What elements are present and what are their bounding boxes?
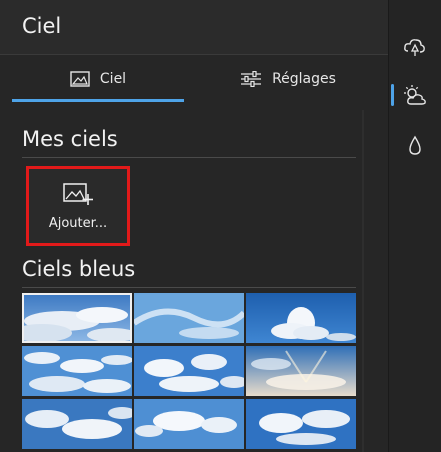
cloud-tree-icon [404, 39, 425, 56]
blue-skies-title: Ciels bleus [22, 257, 136, 281]
sky-thumbnail[interactable] [22, 399, 132, 449]
sky-thumbnail[interactable] [246, 346, 356, 396]
water-rail-button[interactable] [397, 128, 433, 164]
panel-title: Ciel [22, 14, 62, 38]
tab-bar: Ciel Réglages [0, 56, 388, 104]
sky-thumbnail[interactable] [22, 293, 132, 343]
sky-thumbnail[interactable] [134, 293, 244, 343]
landscape-rail-button[interactable] [397, 28, 433, 64]
image-icon [70, 71, 90, 87]
sky-thumbnail[interactable] [22, 346, 132, 396]
sliders-icon [241, 71, 262, 87]
tab-settings-label: Réglages [272, 71, 336, 87]
sky-panel: Ciel Ciel Réglages Mes ciels Ajouter... … [0, 0, 388, 452]
add-sky-label: Ajouter... [48, 215, 108, 231]
sun-cloud-icon [404, 85, 426, 105]
scrollbar[interactable] [362, 110, 364, 452]
my-skies-title: Mes ciels [22, 127, 118, 151]
add-image-icon [63, 182, 93, 205]
sky-thumbnail[interactable] [134, 346, 244, 396]
rail-active-indicator [391, 84, 394, 106]
panel-header: Ciel [0, 0, 388, 55]
tab-settings[interactable]: Réglages [200, 56, 376, 102]
sky-thumbnail[interactable] [246, 293, 356, 343]
add-sky-button[interactable]: Ajouter... [26, 166, 130, 246]
active-tab-indicator [12, 99, 184, 102]
my-skies-divider [22, 157, 356, 158]
tab-sky[interactable]: Ciel [12, 56, 184, 102]
sky-thumbnail[interactable] [134, 399, 244, 449]
water-drop-icon [409, 135, 421, 155]
sky-thumbnail[interactable] [246, 399, 356, 449]
side-rail [388, 0, 441, 452]
blue-skies-divider [22, 287, 356, 288]
sky-rail-button[interactable] [397, 78, 433, 114]
tab-sky-label: Ciel [99, 71, 127, 87]
